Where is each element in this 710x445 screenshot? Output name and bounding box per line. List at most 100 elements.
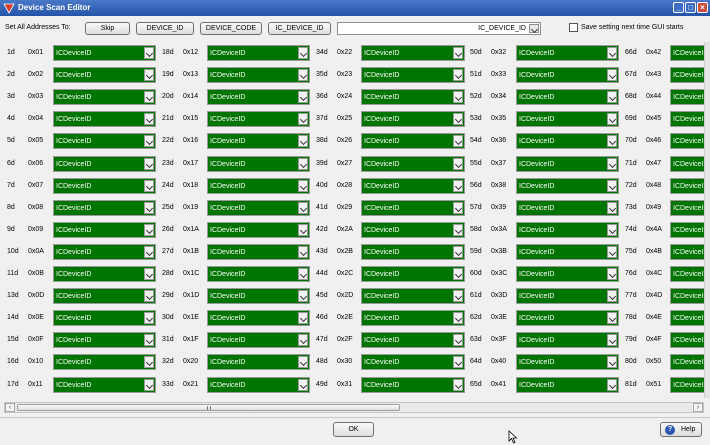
address-value-select[interactable]: ICDeviceID [516,67,619,84]
address-value-select[interactable]: ICDeviceID [361,67,465,84]
address-value-select[interactable]: ICDeviceID [53,45,156,61]
scroll-right-button[interactable]: › [693,403,703,412]
chevron-down-icon[interactable] [144,91,154,104]
address-value-select[interactable]: ICDeviceID [207,155,310,172]
chevron-down-icon[interactable] [298,201,308,214]
chevron-down-icon[interactable] [298,69,308,82]
address-value-select[interactable]: ICDeviceID [361,354,465,371]
chevron-down-icon[interactable] [607,69,617,82]
chevron-down-icon[interactable] [453,201,463,214]
address-value-select[interactable]: ICDeviceID [670,155,704,172]
chevron-down-icon[interactable] [607,47,617,59]
address-value-select[interactable]: ICDeviceID [361,332,465,349]
chevron-down-icon[interactable] [453,312,463,325]
chevron-down-icon[interactable] [144,179,154,192]
help-button[interactable]: ? Help [660,422,702,437]
address-value-select[interactable]: ICDeviceID [670,111,704,128]
address-value-select[interactable]: ICDeviceID [361,266,465,282]
address-value-select[interactable]: ICDeviceID [516,310,619,327]
address-value-select[interactable]: ICDeviceID [53,155,156,172]
address-value-select[interactable]: ICDeviceID [670,199,704,216]
chevron-down-icon[interactable] [298,223,308,236]
chevron-down-icon[interactable] [453,113,463,126]
chevron-down-icon[interactable] [298,135,308,148]
address-value-select[interactable]: ICDeviceID [516,376,619,393]
chevron-down-icon[interactable] [298,157,308,170]
address-value-select[interactable]: ICDeviceID [516,177,619,194]
chevron-down-icon[interactable] [144,113,154,126]
address-value-select[interactable]: ICDeviceID [53,221,156,238]
chevron-down-icon[interactable] [607,268,617,280]
chevron-down-icon[interactable] [298,113,308,126]
address-value-select[interactable]: ICDeviceID [361,177,465,194]
address-value-select[interactable]: ICDeviceID [516,133,619,150]
chevron-down-icon[interactable] [298,334,308,347]
ic-device-id-button[interactable]: IC_DEVICE_ID [268,22,331,35]
address-value-select[interactable]: ICDeviceID [670,266,704,282]
address-value-select[interactable]: ICDeviceID [207,288,310,305]
chevron-down-icon[interactable] [298,179,308,192]
chevron-down-icon[interactable] [607,135,617,148]
chevron-down-icon[interactable] [453,47,463,59]
chevron-down-icon[interactable] [298,312,308,325]
address-value-select[interactable]: ICDeviceID [207,354,310,371]
address-value-select[interactable]: ICDeviceID [361,111,465,128]
chevron-down-icon[interactable] [298,378,308,391]
address-value-select[interactable]: ICDeviceID [670,332,704,349]
address-value-select[interactable]: ICDeviceID [53,354,156,371]
address-value-select[interactable]: ICDeviceID [670,354,704,371]
chevron-down-icon[interactable] [144,290,154,303]
minimize-button[interactable]: _ [673,2,684,13]
chevron-down-icon[interactable] [144,312,154,325]
chevron-down-icon[interactable] [144,223,154,236]
address-value-select[interactable]: ICDeviceID [361,310,465,327]
address-value-select[interactable]: ICDeviceID [670,67,704,84]
address-value-select[interactable]: ICDeviceID [53,89,156,106]
address-value-select[interactable]: ICDeviceID [207,332,310,349]
address-value-select[interactable]: ICDeviceID [207,133,310,150]
chevron-down-icon[interactable] [607,312,617,325]
address-value-select[interactable]: ICDeviceID [207,376,310,393]
address-value-select[interactable]: ICDeviceID [361,221,465,238]
chevron-down-icon[interactable] [453,356,463,369]
chevron-down-icon[interactable] [607,157,617,170]
address-value-select[interactable]: ICDeviceID [670,376,704,393]
address-value-select[interactable]: ICDeviceID [53,266,156,282]
address-value-select[interactable]: ICDeviceID [361,155,465,172]
chevron-down-icon[interactable] [453,334,463,347]
address-value-select[interactable]: ICDeviceID [207,177,310,194]
chevron-down-icon[interactable] [144,268,154,280]
address-value-select[interactable]: ICDeviceID [516,199,619,216]
chevron-down-icon[interactable] [607,223,617,236]
close-button[interactable]: × [697,2,708,13]
chevron-down-icon[interactable] [607,378,617,391]
ok-button[interactable]: OK [333,422,374,437]
chevron-down-icon[interactable] [453,378,463,391]
address-value-select[interactable]: ICDeviceID [361,243,465,260]
vertical-scrollbar[interactable] [704,42,710,398]
address-value-select[interactable]: ICDeviceID [516,45,619,61]
chevron-down-icon[interactable] [298,91,308,104]
chevron-down-icon[interactable] [144,69,154,82]
chevron-down-icon[interactable] [298,47,308,59]
chevron-down-icon[interactable] [607,334,617,347]
address-value-select[interactable]: ICDeviceID [670,221,704,238]
address-value-select[interactable]: ICDeviceID [516,266,619,282]
address-value-select[interactable]: ICDeviceID [53,332,156,349]
chevron-down-icon[interactable] [453,223,463,236]
address-value-select[interactable]: ICDeviceID [53,111,156,128]
address-value-select[interactable]: ICDeviceID [53,310,156,327]
chevron-down-icon[interactable] [453,157,463,170]
address-value-select[interactable]: ICDeviceID [516,354,619,371]
address-value-select[interactable]: ICDeviceID [361,288,465,305]
address-value-select[interactable]: ICDeviceID [361,199,465,216]
chevron-down-icon[interactable] [453,290,463,303]
chevron-down-icon[interactable] [453,69,463,82]
address-value-select[interactable]: ICDeviceID [516,221,619,238]
address-value-select[interactable]: ICDeviceID [670,288,704,305]
chevron-down-icon[interactable] [144,245,154,258]
address-value-select[interactable]: ICDeviceID [361,133,465,150]
chevron-down-icon[interactable] [144,334,154,347]
address-value-select[interactable]: ICDeviceID [361,89,465,106]
chevron-down-icon[interactable] [453,268,463,280]
